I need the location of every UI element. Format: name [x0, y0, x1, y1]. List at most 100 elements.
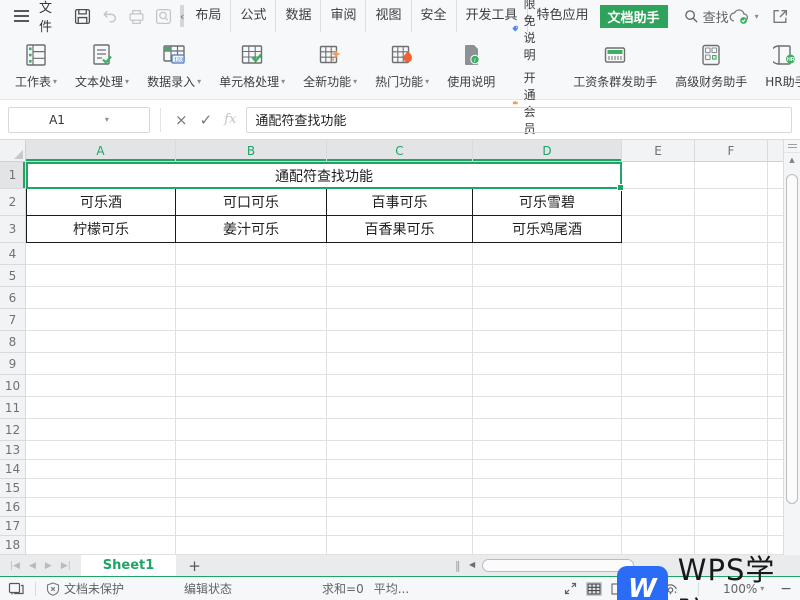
cell-B2[interactable]: 可口可乐 — [176, 189, 327, 216]
cell-B15[interactable] — [176, 479, 327, 498]
cell-B8[interactable] — [176, 331, 327, 353]
cell-F9[interactable] — [695, 353, 768, 375]
row-header-16[interactable]: 16 — [0, 498, 26, 517]
scroll-up-icon[interactable]: ▲ — [784, 153, 800, 167]
cell-B16[interactable] — [176, 498, 327, 517]
cell-E14[interactable] — [622, 460, 695, 479]
cell-B18[interactable] — [176, 536, 327, 555]
formula-input[interactable]: 通配符查找功能 — [246, 107, 792, 133]
cell-C7[interactable] — [327, 309, 473, 331]
tab-scroll-left-button[interactable]: ‹ — [180, 5, 184, 27]
cell-D8[interactable] — [473, 331, 622, 353]
cell-D17[interactable] — [473, 517, 622, 536]
toolbar-finance-assistant[interactable]: 高级财务助手 — [666, 35, 756, 97]
cell-B17[interactable] — [176, 517, 327, 536]
last-sheet-button[interactable]: ▶| — [61, 561, 71, 571]
row-header-15[interactable]: 15 — [0, 479, 26, 498]
cell-D9[interactable] — [473, 353, 622, 375]
cell-B3[interactable]: 姜汁可乐 — [176, 216, 327, 243]
toolbar-hot-features[interactable]: 热门功能▾ — [366, 35, 438, 97]
prev-sheet-button[interactable]: ◀ — [29, 561, 36, 571]
select-all-corner[interactable] — [0, 140, 26, 162]
cell-E11[interactable] — [622, 397, 695, 419]
cell-D2[interactable]: 可乐雪碧 — [473, 189, 622, 216]
cell-F3[interactable] — [695, 216, 768, 243]
vertical-scrollbar-thumb[interactable] — [786, 174, 798, 504]
undo-icon[interactable] — [101, 8, 118, 25]
cell-F6[interactable] — [695, 287, 768, 309]
cell-A3[interactable]: 柠檬可乐 — [26, 216, 176, 243]
cell-A14[interactable] — [26, 460, 176, 479]
cell-F14[interactable] — [695, 460, 768, 479]
cell-C2[interactable]: 百事可乐 — [327, 189, 473, 216]
window-switch-icon[interactable] — [8, 581, 25, 596]
insert-function-button[interactable]: fx — [224, 112, 236, 127]
cell-E4[interactable] — [622, 243, 695, 265]
cell-A7[interactable] — [26, 309, 176, 331]
confirm-entry-button[interactable]: ✓ — [200, 111, 213, 129]
cell-A6[interactable] — [26, 287, 176, 309]
cell-F5[interactable] — [695, 265, 768, 287]
cell-F7[interactable] — [695, 309, 768, 331]
cell-A10[interactable] — [26, 375, 176, 397]
row-header-14[interactable]: 14 — [0, 460, 26, 479]
cell-C11[interactable] — [327, 397, 473, 419]
toolbar-hr-assistant[interactable]: HR HR助手 — [756, 35, 800, 97]
row-header-7[interactable]: 7 — [0, 309, 26, 331]
row-header-5[interactable]: 5 — [0, 265, 26, 287]
cell-B6[interactable] — [176, 287, 327, 309]
row-header-13[interactable]: 13 — [0, 441, 26, 460]
tab-splitter-handle[interactable]: ‖ — [455, 559, 461, 572]
file-menu[interactable]: 文件 — [35, 0, 56, 35]
row-header-17[interactable]: 17 — [0, 517, 26, 536]
cell-C4[interactable] — [327, 243, 473, 265]
cell-A4[interactable] — [26, 243, 176, 265]
cell-C3[interactable]: 百香果可乐 — [327, 216, 473, 243]
menu-tab-4[interactable]: 视图 — [365, 0, 410, 32]
fill-handle[interactable] — [617, 184, 624, 191]
toolbar-new-features[interactable]: 全新功能▾ — [294, 35, 366, 97]
merged-title-cell[interactable]: 通配符查找功能 — [26, 162, 622, 189]
cell-A18[interactable] — [26, 536, 176, 555]
cell-C15[interactable] — [327, 479, 473, 498]
cell-D11[interactable] — [473, 397, 622, 419]
menu-tab-2[interactable]: 数据 — [275, 0, 320, 32]
cell-C16[interactable] — [327, 498, 473, 517]
cell-D3[interactable]: 可乐鸡尾酒 — [473, 216, 622, 243]
sheet-tab-sheet1[interactable]: Sheet1 — [81, 555, 177, 576]
row-header-12[interactable]: 12 — [0, 419, 26, 441]
toolbar-text-processing[interactable]: 文本处理▾ — [66, 35, 138, 97]
cell-B13[interactable] — [176, 441, 327, 460]
cell-E13[interactable] — [622, 441, 695, 460]
cell-name-box[interactable]: A1 ▾ — [8, 107, 150, 133]
cell-C6[interactable] — [327, 287, 473, 309]
cell-B9[interactable] — [176, 353, 327, 375]
cell-B14[interactable] — [176, 460, 327, 479]
cell-F1[interactable] — [695, 162, 768, 189]
fullscreen-button[interactable] — [564, 582, 577, 595]
toolbar-payslip-assistant[interactable]: 工资条群发助手 — [564, 35, 666, 97]
cell-D4[interactable] — [473, 243, 622, 265]
horizontal-scrollbar-thumb[interactable] — [482, 559, 634, 572]
cell-D5[interactable] — [473, 265, 622, 287]
cell-F4[interactable] — [695, 243, 768, 265]
cell-C5[interactable] — [327, 265, 473, 287]
vertical-scrollbar[interactable]: ▲ — [783, 140, 800, 555]
cell-E16[interactable] — [622, 498, 695, 517]
cell-B10[interactable] — [176, 375, 327, 397]
row-header-2[interactable]: 2 — [0, 189, 26, 216]
cell-C17[interactable] — [327, 517, 473, 536]
toolbar-data-entry[interactable]: 123 数据录入▾ — [138, 35, 210, 97]
row-header-11[interactable]: 11 — [0, 397, 26, 419]
row-header-4[interactable]: 4 — [0, 243, 26, 265]
cell-E7[interactable] — [622, 309, 695, 331]
cell-E12[interactable] — [622, 419, 695, 441]
cell-F2[interactable] — [695, 189, 768, 216]
toolbar-limited-free[interactable]: 限免说明 — [512, 0, 544, 63]
cell-B12[interactable] — [176, 419, 327, 441]
row-header-1[interactable]: 1 — [0, 162, 26, 189]
cell-B11[interactable] — [176, 397, 327, 419]
share-icon[interactable] — [772, 8, 789, 25]
column-header-D[interactable]: D — [473, 140, 622, 162]
cell-F12[interactable] — [695, 419, 768, 441]
